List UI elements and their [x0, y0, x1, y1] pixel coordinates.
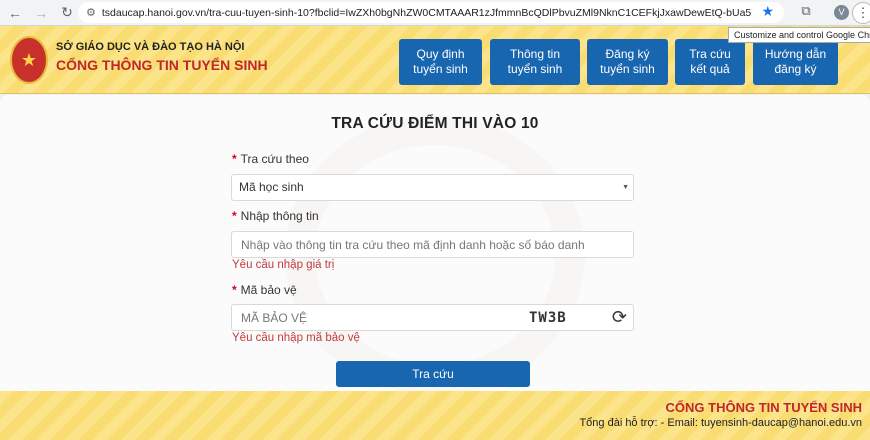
required-mark: * [232, 152, 237, 166]
org-name: SỞ GIÁO DỤC VÀ ĐÀO TẠO HÀ NỘI [56, 41, 245, 53]
captcha-error: Yêu cầu nhập mã bảo vệ [232, 332, 360, 344]
info-label: * Nhập thông tin [232, 209, 319, 223]
captcha-input[interactable]: MÃ BẢO VỆ [231, 304, 520, 331]
puzzle-icon[interactable]: ⧉ [796, 3, 816, 23]
info-input[interactable]: Nhập vào thông tin tra cứu theo mã định … [231, 231, 634, 258]
nav-quy-dinh[interactable]: Quy định tuyển sinh [399, 39, 482, 85]
lookup-by-label: * Tra cứu theo [232, 152, 309, 166]
required-mark: * [232, 209, 237, 223]
site-title[interactable]: CỔNG THÔNG TIN TUYỂN SINH [56, 57, 268, 73]
nav-huong-dan[interactable]: Hướng dẫn đăng ký [753, 39, 838, 85]
captcha-label: * Mã bảo vệ [232, 283, 297, 297]
footer-contact: Tổng đài hỗ trợ: - Email: tuyensinh-dauc… [579, 417, 862, 429]
nav-tra-cuu[interactable]: Tra cứu kết quả [675, 39, 745, 85]
nav-thong-tin[interactable]: Thông tin tuyển sinh [490, 39, 580, 85]
forward-arrow-icon[interactable]: → [30, 2, 52, 24]
footer-title: CỔNG THÔNG TIN TUYỂN SINH [665, 400, 862, 415]
refresh-icon[interactable]: ⟳ [612, 307, 627, 328]
tune-icon[interactable]: ⚙ [86, 6, 96, 19]
more-vert-icon[interactable]: ⋮ [852, 2, 870, 24]
back-arrow-icon[interactable]: ← [4, 2, 26, 24]
chevron-down-icon: ▼ [622, 184, 629, 191]
page-title: TRA CỨU ĐIỂM THI VÀO 10 [331, 115, 539, 132]
address-bar[interactable]: ⚙ tsdaucap.hanoi.gov.vn/tra-cuu-tuyen-si… [78, 2, 784, 23]
browser-toolbar: ← → ↻ ⚙ tsdaucap.hanoi.gov.vn/tra-cuu-tu… [0, 0, 870, 26]
captcha-image: TW3B ⟳ [519, 304, 634, 331]
footer: CỔNG THÔNG TIN TUYỂN SINH Tổng đài hỗ tr… [0, 391, 870, 440]
star-icon[interactable]: ★ [761, 3, 774, 20]
url-text: tsdaucap.hanoi.gov.vn/tra-cuu-tuyen-sinh… [101, 6, 752, 19]
captcha-code: TW3B [529, 309, 567, 326]
logo[interactable]: ★ [10, 36, 48, 84]
search-button[interactable]: Tra cứu [336, 361, 530, 387]
required-mark: * [232, 283, 237, 297]
lookup-by-select[interactable]: Mã học sinh ▼ [231, 174, 634, 201]
avatar[interactable]: V [834, 5, 849, 20]
tooltip: Customize and control Google Chrom [728, 27, 870, 43]
nav-dang-ky[interactable]: Đăng ký tuyển sinh [587, 39, 668, 85]
reload-icon[interactable]: ↻ [56, 2, 78, 24]
main-content: TRA CỨU ĐIỂM THI VÀO 10 * Tra cứu theo Mã… [0, 95, 870, 395]
info-error: Yêu cầu nhập giá trị [232, 259, 335, 271]
